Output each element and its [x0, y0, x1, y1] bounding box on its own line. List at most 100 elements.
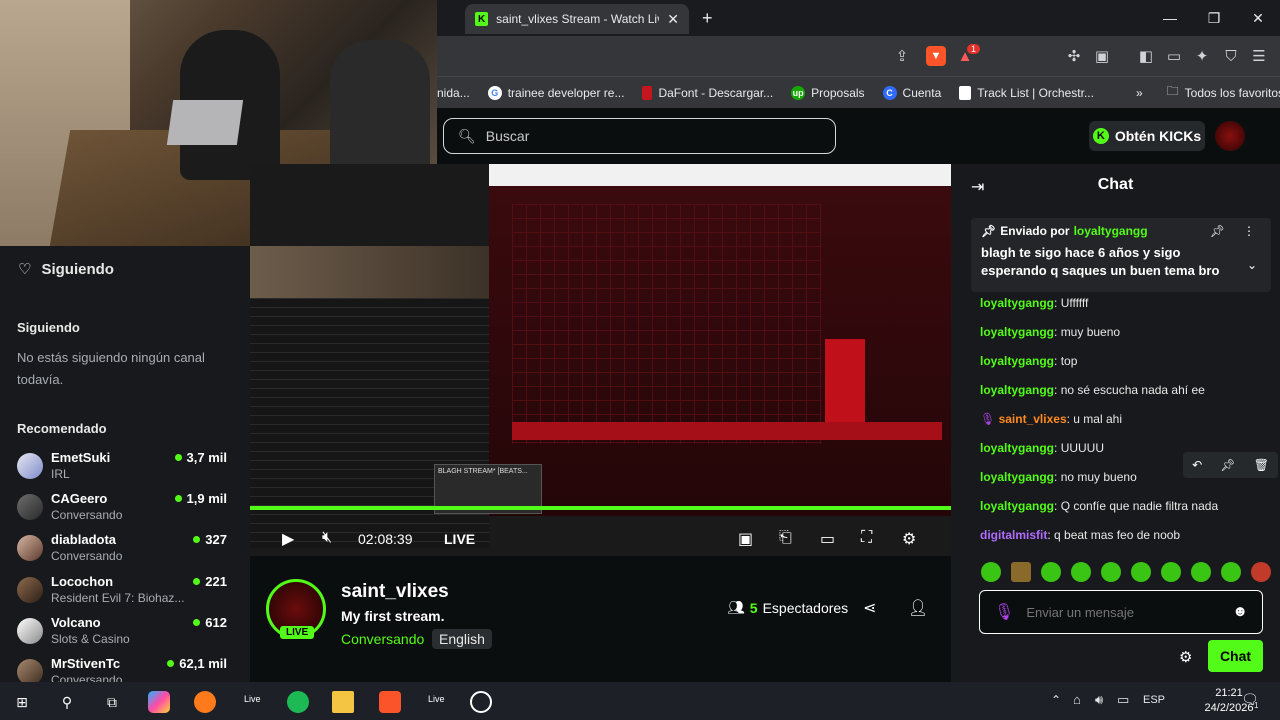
tray-chevron-up-icon[interactable]: ⌃	[1051, 693, 1061, 707]
minimize-icon[interactable]: —	[1148, 0, 1192, 36]
sidebar-toggle-icon[interactable]: ◧	[1136, 46, 1156, 66]
chat-input[interactable]	[1026, 604, 1227, 620]
share-icon[interactable]: ⋖	[863, 598, 876, 618]
playback-progress-bar[interactable]	[250, 506, 951, 510]
file-explorer-icon[interactable]	[332, 691, 354, 713]
message-user[interactable]: loyaltygangg	[980, 441, 1054, 455]
chat-message[interactable]: loyaltygangg: no sé escucha nada ahí ee	[980, 383, 1205, 397]
search-icon[interactable]: ⚲	[56, 691, 78, 713]
picture-in-picture-icon[interactable]: ▭	[820, 529, 835, 549]
share-icon[interactable]: ⇪	[892, 46, 912, 66]
chat-message[interactable]: loyaltygangg: no muy bueno	[980, 470, 1137, 484]
language-tag[interactable]: English	[432, 629, 492, 649]
stream-category[interactable]: Conversando	[341, 631, 424, 647]
all-bookmarks[interactable]: 🗀 Todos los favoritos	[1167, 82, 1280, 103]
more-bookmarks-icon[interactable]: »	[1136, 86, 1143, 100]
emote-icon[interactable]	[981, 562, 1001, 582]
windows-start-icon[interactable]: ⊞	[11, 691, 33, 713]
clip-icon[interactable]: ⎗	[779, 529, 792, 547]
copilot-icon[interactable]	[148, 691, 170, 713]
wallet-icon[interactable]: ▭	[1164, 46, 1184, 66]
delete-icon[interactable]: 🗑︎	[1254, 458, 1269, 472]
follow-icon[interactable]: 👤︎	[908, 598, 928, 618]
emote-icon[interactable]	[1221, 562, 1241, 582]
bookmark-item[interactable]: nida...	[437, 86, 470, 100]
emote-icon[interactable]	[1101, 562, 1121, 582]
pin-icon[interactable]: 📌︎	[1210, 224, 1225, 238]
live-indicator[interactable]: LIVE	[444, 531, 475, 547]
new-tab-button[interactable]: +	[702, 8, 713, 29]
recommended-channel[interactable]: CAGeero Conversando 1,9 mil	[17, 491, 227, 531]
chat-message[interactable]: digitalmisfit: q beat mas feo de noob	[980, 528, 1180, 542]
video-player[interactable]: BLAGH STREAM* [BEATS... ▶ 🔇︎ 02:08:39 LI…	[250, 164, 951, 556]
restore-icon[interactable]: ❐	[1192, 0, 1236, 36]
search-box[interactable]: 🔍︎ Buscar	[443, 118, 836, 154]
language-indicator[interactable]: ESP	[1143, 694, 1165, 706]
message-user[interactable]: saint_vlixes	[999, 412, 1067, 426]
chat-message[interactable]: loyaltygangg: top	[980, 354, 1077, 368]
live-app-label[interactable]: Live	[428, 694, 445, 704]
chat-message[interactable]: loyaltygangg: muy bueno	[980, 325, 1120, 339]
bookmark-item[interactable]: DaFont - Descargar...	[642, 85, 773, 100]
settings-gear-icon[interactable]: ⚙	[902, 529, 916, 549]
channel-name[interactable]: saint_vlixes	[341, 581, 449, 603]
reader-icon[interactable]: ▣	[1092, 46, 1112, 66]
play-icon[interactable]: ▶	[282, 529, 294, 549]
bookmark-item[interactable]: Track List | Orchestr...	[959, 85, 1094, 100]
chat-message[interactable]: 🎙︎ saint_vlixes: u mal ahi	[980, 412, 1122, 426]
chat-settings-gear-icon[interactable]: ⚙	[1179, 648, 1192, 666]
message-user[interactable]: loyaltygangg	[980, 499, 1054, 513]
pinned-message[interactable]: 📌︎ Enviado por loyaltygangg blagh te sig…	[971, 218, 1271, 292]
close-tab-icon[interactable]: ✕	[667, 11, 679, 28]
close-window-icon[interactable]: ✕	[1236, 0, 1280, 36]
menu-icon[interactable]: ☰	[1249, 46, 1269, 66]
pinned-user[interactable]: loyaltygangg	[1074, 224, 1148, 238]
emote-icon[interactable]	[1251, 562, 1271, 582]
bookmark-item[interactable]: G trainee developer re...	[487, 85, 624, 100]
browser-tab[interactable]: K saint_vlixes Stream - Watch Live ✕	[465, 4, 689, 34]
pin-message-icon[interactable]: 📌︎	[1220, 458, 1235, 472]
more-options-icon[interactable]: ⋮	[1243, 224, 1255, 238]
send-chat-button[interactable]: Chat	[1208, 640, 1263, 672]
theater-mode-icon[interactable]: ▣	[738, 529, 753, 549]
following-nav[interactable]: ♡ Siguiendo	[18, 260, 114, 279]
chat-message[interactable]: loyaltygangg: UUUUU	[980, 441, 1104, 455]
network-icon[interactable]: ⌂	[1073, 692, 1081, 707]
reply-icon[interactable]: ↶	[1192, 458, 1202, 472]
recommended-channel[interactable]: Volcano Slots & Casino 612	[17, 615, 227, 655]
message-user[interactable]: loyaltygangg	[980, 470, 1054, 484]
microphone-icon[interactable]: 🎙︎	[994, 602, 1014, 622]
mute-icon[interactable]: 🔇︎	[322, 529, 332, 547]
emoji-icon[interactable]: ☻	[1232, 603, 1248, 620]
fl-studio-icon[interactable]	[194, 691, 216, 713]
emote-icon[interactable]	[1131, 562, 1151, 582]
fullscreen-icon[interactable]: ⛶	[861, 529, 872, 547]
brave-shields-icon[interactable]: ▼	[926, 46, 946, 66]
spotify-icon[interactable]	[287, 691, 309, 713]
emote-icon[interactable]	[1011, 562, 1031, 582]
bookmark-item[interactable]: C Cuenta	[882, 85, 941, 100]
brave-browser-icon[interactable]	[379, 691, 401, 713]
message-user[interactable]: loyaltygangg	[980, 296, 1054, 310]
recommended-channel[interactable]: EmetSuki IRL 3,7 mil	[17, 450, 227, 490]
extensions-icon[interactable]: ✣	[1064, 46, 1084, 66]
emote-icon[interactable]	[1041, 562, 1061, 582]
get-kicks-button[interactable]: K Obtén KICKs	[1089, 121, 1205, 151]
task-view-icon[interactable]: ⧉	[101, 691, 123, 713]
chat-message[interactable]: loyaltygangg: Q confíe que nadie filtra …	[980, 499, 1218, 513]
message-user[interactable]: loyaltygangg	[980, 325, 1054, 339]
chat-input-box[interactable]: 🎙︎ ☻	[979, 590, 1263, 634]
chevron-down-icon[interactable]: ⌄	[1247, 258, 1257, 272]
obs-icon[interactable]	[470, 691, 492, 713]
message-user[interactable]: digitalmisfit	[980, 528, 1047, 542]
recommended-channel[interactable]: diabladota Conversando 327	[17, 532, 227, 572]
emote-icon[interactable]	[1191, 562, 1211, 582]
chat-message[interactable]: loyaltygangg: Uffffff	[980, 296, 1088, 310]
message-user[interactable]: loyaltygangg	[980, 383, 1054, 397]
volume-icon[interactable]: 🔊︎	[1095, 692, 1103, 708]
battery-icon[interactable]: ▭	[1117, 692, 1129, 708]
recommended-channel[interactable]: Locochon Resident Evil 7: Biohaz... 221	[17, 574, 227, 614]
emote-icon[interactable]	[1161, 562, 1181, 582]
emote-icon[interactable]	[1071, 562, 1091, 582]
user-avatar[interactable]	[1215, 121, 1245, 151]
